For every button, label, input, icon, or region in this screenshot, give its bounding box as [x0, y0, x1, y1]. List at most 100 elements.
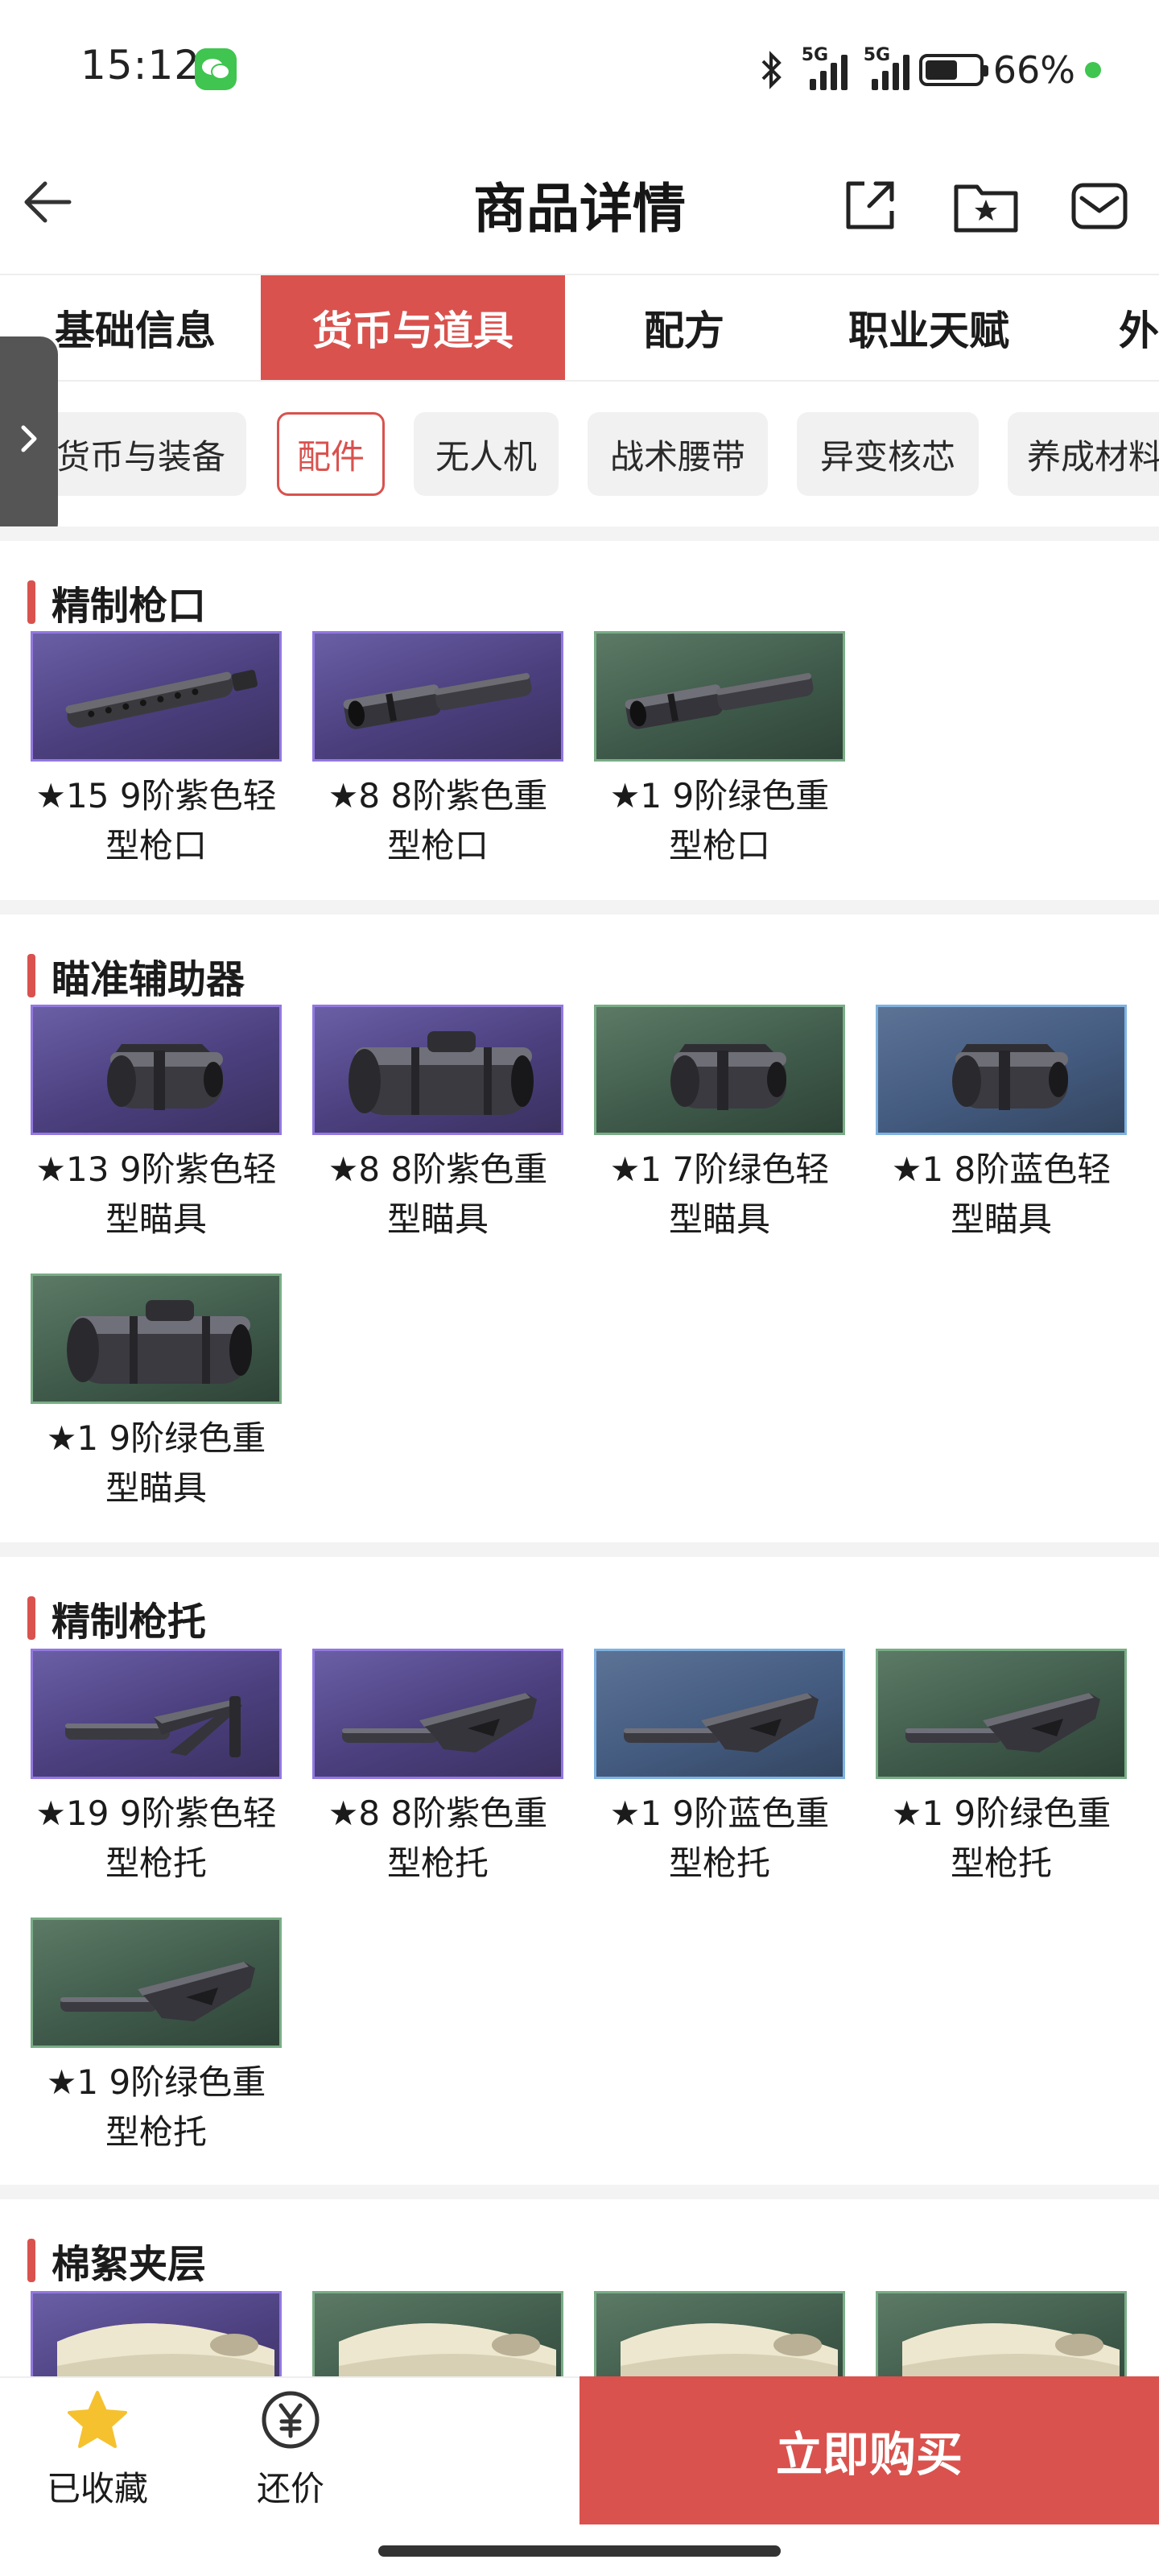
item-card[interactable]: ★1 9阶蓝色重 型枪托	[594, 1649, 845, 1889]
item-label-line-2: 型枪口	[105, 826, 207, 865]
item-label-line-1: ★1 9阶绿色重	[891, 1794, 1112, 1833]
item-label-line-1: ★13 9阶紫色轻	[35, 1150, 277, 1189]
scope-heavy-icon	[31, 1274, 282, 1404]
item-card[interactable]: ★1 9阶绿色重 型枪托	[31, 1918, 282, 2157]
share-icon[interactable]	[837, 174, 901, 238]
item-label-line-2: 型瞄具	[950, 1199, 1052, 1239]
item-label-line-1: ★19 9阶紫色轻	[35, 1794, 277, 1833]
stock-light-icon	[31, 1649, 282, 1779]
signal-icon: 5G	[795, 45, 848, 90]
item-label: ★1 9阶绿色重 型枪口	[594, 771, 845, 871]
item-card[interactable]: ★8 8阶紫色重 型瞄具	[312, 1005, 563, 1245]
item-label: ★1 9阶蓝色重 型枪托	[594, 1789, 845, 1889]
buy-now-button[interactable]: 立即购买	[580, 2376, 1159, 2524]
message-envelope-icon[interactable]	[1067, 174, 1132, 238]
item-label: ★19 9阶紫色轻 型枪托	[31, 1789, 282, 1889]
item-label: ★8 8阶紫色重 型枪托	[312, 1789, 563, 1889]
item-label-line-1: ★1 7阶绿色轻	[609, 1150, 830, 1189]
favorite-label: 已收藏	[46, 2469, 148, 2508]
status-indicators: 5G 5G 66%	[758, 42, 1101, 98]
item-card[interactable]: ★1 8阶蓝色轻 型瞄具	[876, 1005, 1127, 1245]
chip-tactical-belt[interactable]: 战术腰带	[588, 412, 768, 496]
tab-class-talents[interactable]: 职业天赋	[824, 275, 1033, 380]
item-label: ★8 8阶紫色重 型枪口	[312, 771, 563, 871]
item-label: ★13 9阶紫色轻 型瞄具	[31, 1145, 282, 1245]
chip-currency-equipment[interactable]: 货币与装备	[35, 412, 246, 496]
item-label-line-2: 型枪托	[386, 1843, 489, 1883]
section-title-cotton-liner: 棉絮夹层	[27, 2236, 206, 2287]
item-card[interactable]: ★8 8阶紫色重 型枪口	[312, 631, 563, 871]
signal-icon-2: 5G	[857, 45, 909, 90]
item-label-line-2: 型瞄具	[668, 1199, 770, 1239]
privacy-dot-icon	[1085, 62, 1101, 78]
muzzle-brake-light-icon	[31, 631, 282, 762]
status-time: 15:12	[80, 42, 201, 89]
item-label-line-1: ★8 8阶紫色重	[328, 776, 548, 815]
favorite-button[interactable]: 已收藏	[37, 2388, 158, 2511]
scope-light-icon	[31, 1005, 282, 1135]
yen-coin-icon	[262, 2391, 320, 2449]
item-label-line-2: 型枪口	[668, 826, 770, 865]
category-tabs: 基础信息 货币与道具 配方 职业天赋 外	[0, 274, 1159, 382]
scope-light-icon	[594, 1005, 845, 1135]
chip-drone[interactable]: 无人机	[414, 412, 559, 496]
tab-recipes[interactable]: 配方	[612, 275, 757, 380]
battery-icon	[918, 54, 988, 86]
scope-heavy-icon	[312, 1005, 563, 1135]
stock-heavy-icon	[312, 1649, 563, 1779]
chip-mutation-core[interactable]: 异变核芯	[797, 412, 979, 496]
section-divider	[0, 526, 1159, 541]
app-root: { "status_bar": {"time": "15:12", "net_t…	[0, 0, 1159, 2576]
section-divider	[0, 900, 1159, 914]
item-label-line-2: 型枪托	[105, 2112, 207, 2152]
muzzle-brake-heavy-icon	[594, 631, 845, 762]
item-label: ★15 9阶紫色轻 型枪口	[31, 771, 282, 871]
item-label-line-1: ★1 9阶绿色重	[609, 776, 830, 815]
section-divider	[0, 1542, 1159, 1557]
item-label: ★1 7阶绿色轻 型瞄具	[594, 1145, 845, 1245]
section-title-stock: 精制枪托	[27, 1594, 206, 1645]
tab-currency-items[interactable]: 货币与道具	[261, 275, 565, 380]
item-card[interactable]: ★1 9阶绿色重 型枪托	[876, 1649, 1127, 1889]
item-label-line-2: 型枪托	[668, 1843, 770, 1883]
item-card[interactable]: ★1 9阶绿色重 型枪口	[594, 631, 845, 871]
item-label-line-2: 型枪口	[386, 826, 489, 865]
star-filled-icon	[68, 2391, 127, 2448]
home-indicator	[378, 2545, 781, 2557]
item-card[interactable]: ★19 9阶紫色轻 型枪托	[31, 1649, 282, 1889]
item-card[interactable]: ★8 8阶紫色重 型枪托	[312, 1649, 563, 1889]
item-label-line-2: 型瞄具	[105, 1468, 207, 1508]
item-card[interactable]: ★1 9阶绿色重 型瞄具	[31, 1274, 282, 1513]
item-label-line-1: ★1 9阶绿色重	[46, 1418, 266, 1458]
stock-heavy-icon	[876, 1649, 1127, 1779]
item-label-line-2: 型瞄具	[386, 1199, 489, 1239]
item-label-line-1: ★8 8阶紫色重	[328, 1150, 548, 1189]
item-card[interactable]: ★15 9阶紫色轻 型枪口	[31, 631, 282, 871]
item-label: ★1 9阶绿色重 型枪托	[31, 2058, 282, 2157]
stock-heavy-icon	[31, 1918, 282, 2048]
muzzle-brake-heavy-icon	[312, 631, 563, 762]
folder-star-icon[interactable]	[951, 174, 1021, 238]
item-label-line-1: ★1 8阶蓝色轻	[891, 1150, 1112, 1189]
side-drawer-handle[interactable]	[0, 336, 58, 541]
item-label-line-1: ★8 8阶紫色重	[328, 1794, 548, 1833]
item-label: ★1 9阶绿色重 型枪托	[876, 1789, 1127, 1889]
bargain-label: 还价	[256, 2469, 324, 2508]
item-label: ★1 8阶蓝色轻 型瞄具	[876, 1145, 1127, 1245]
item-card[interactable]: ★13 9阶紫色轻 型瞄具	[31, 1005, 282, 1245]
bargain-button[interactable]: 还价	[230, 2388, 351, 2511]
wechat-notification-icon	[195, 48, 237, 90]
battery-percent: 66%	[992, 48, 1075, 92]
chip-growth-materials[interactable]: 养成材料	[1008, 412, 1159, 496]
section-divider	[0, 2185, 1159, 2199]
item-label-line-1: ★1 9阶绿色重	[46, 2062, 266, 2102]
item-label-line-2: 型枪托	[950, 1843, 1052, 1883]
item-label: ★8 8阶紫色重 型瞄具	[312, 1145, 563, 1245]
section-title-muzzle: 精制枪口	[27, 578, 206, 629]
item-label-line-2: 型瞄具	[105, 1199, 207, 1239]
item-label-line-1: ★1 9阶蓝色重	[609, 1794, 830, 1833]
item-label: ★1 9阶绿色重 型瞄具	[31, 1414, 282, 1513]
tab-more[interactable]: 外	[1119, 275, 1159, 380]
item-card[interactable]: ★1 7阶绿色轻 型瞄具	[594, 1005, 845, 1245]
chip-accessories[interactable]: 配件	[277, 412, 385, 496]
